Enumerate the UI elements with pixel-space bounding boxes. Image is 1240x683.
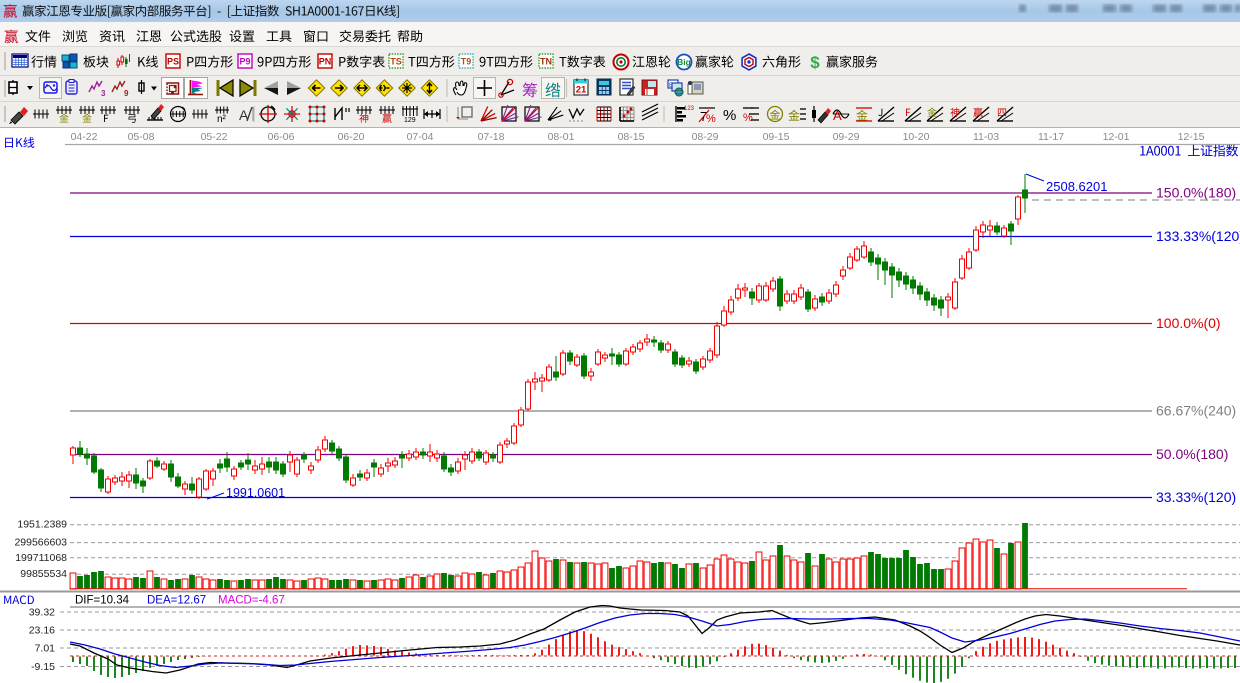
svg-text:05-22: 05-22 (201, 131, 228, 143)
svg-text:23.16: 23.16 (29, 625, 55, 637)
svg-text:9: 9 (124, 89, 129, 98)
svg-text:Big: Big (677, 57, 691, 67)
svg-text:11-17: 11-17 (1038, 131, 1064, 143)
svg-text:3: 3 (101, 89, 106, 98)
svg-text:08-29: 08-29 (692, 131, 719, 143)
svg-text:PS: PS (167, 57, 179, 67)
svg-text:199711068: 199711068 (15, 552, 67, 564)
svg-text:12-01: 12-01 (1103, 131, 1130, 143)
svg-text:T9: T9 (461, 57, 472, 67)
svg-text:06-20: 06-20 (338, 131, 365, 143)
svg-text:DEA=12.67: DEA=12.67 (147, 595, 206, 607)
svg-text:299566603: 299566603 (14, 537, 67, 549)
svg-text:7.01: 7.01 (35, 643, 56, 655)
svg-text:07-04: 07-04 (407, 131, 434, 143)
svg-text:66.67%(240): 66.67%(240) (1156, 403, 1236, 419)
svg-text:50.0%(180): 50.0%(180) (1156, 446, 1228, 462)
svg-text:DIF=10.34: DIF=10.34 (75, 595, 130, 607)
svg-text:21: 21 (576, 85, 587, 96)
svg-text:129: 129 (404, 117, 416, 124)
svg-text:123: 123 (684, 106, 695, 112)
svg-text:1951.2389: 1951.2389 (17, 519, 67, 531)
svg-text:-9.15: -9.15 (31, 661, 55, 673)
svg-text:%: % (706, 113, 716, 125)
svg-text:10-20: 10-20 (903, 131, 930, 143)
svg-text:99855534: 99855534 (20, 568, 67, 580)
svg-text:133.33%(120): 133.33%(120) (1156, 228, 1240, 244)
svg-text:TN: TN (540, 57, 552, 67)
svg-text:09-15: 09-15 (763, 131, 790, 143)
svg-text:TS: TS (390, 57, 402, 67)
svg-text:06-06: 06-06 (268, 131, 295, 143)
svg-text:33.33%(120): 33.33%(120) (1156, 489, 1236, 505)
svg-text:PN: PN (319, 57, 332, 67)
svg-text:09-29: 09-29 (833, 131, 860, 143)
svg-text:n²: n² (217, 114, 227, 125)
svg-text:P9: P9 (239, 57, 250, 67)
svg-text:04-22: 04-22 (71, 131, 98, 143)
svg-text:%: % (723, 107, 736, 124)
svg-text:05-08: 05-08 (128, 131, 155, 143)
svg-text:07-18: 07-18 (478, 131, 505, 143)
svg-text:39.32: 39.32 (29, 607, 55, 619)
svg-text:$: $ (810, 53, 820, 72)
svg-text:2508.6201: 2508.6201 (1046, 179, 1107, 194)
svg-text:11-03: 11-03 (973, 131, 999, 143)
svg-text:08-15: 08-15 (618, 131, 645, 143)
svg-text:08-01: 08-01 (548, 131, 575, 143)
svg-text:12-15: 12-15 (1178, 131, 1205, 143)
svg-text:1991.0601: 1991.0601 (226, 486, 285, 500)
svg-text:100.0%(0): 100.0%(0) (1156, 315, 1221, 331)
svg-text:MACD=-4.67: MACD=-4.67 (218, 595, 285, 607)
svg-text:150.0%(180): 150.0%(180) (1156, 185, 1236, 201)
